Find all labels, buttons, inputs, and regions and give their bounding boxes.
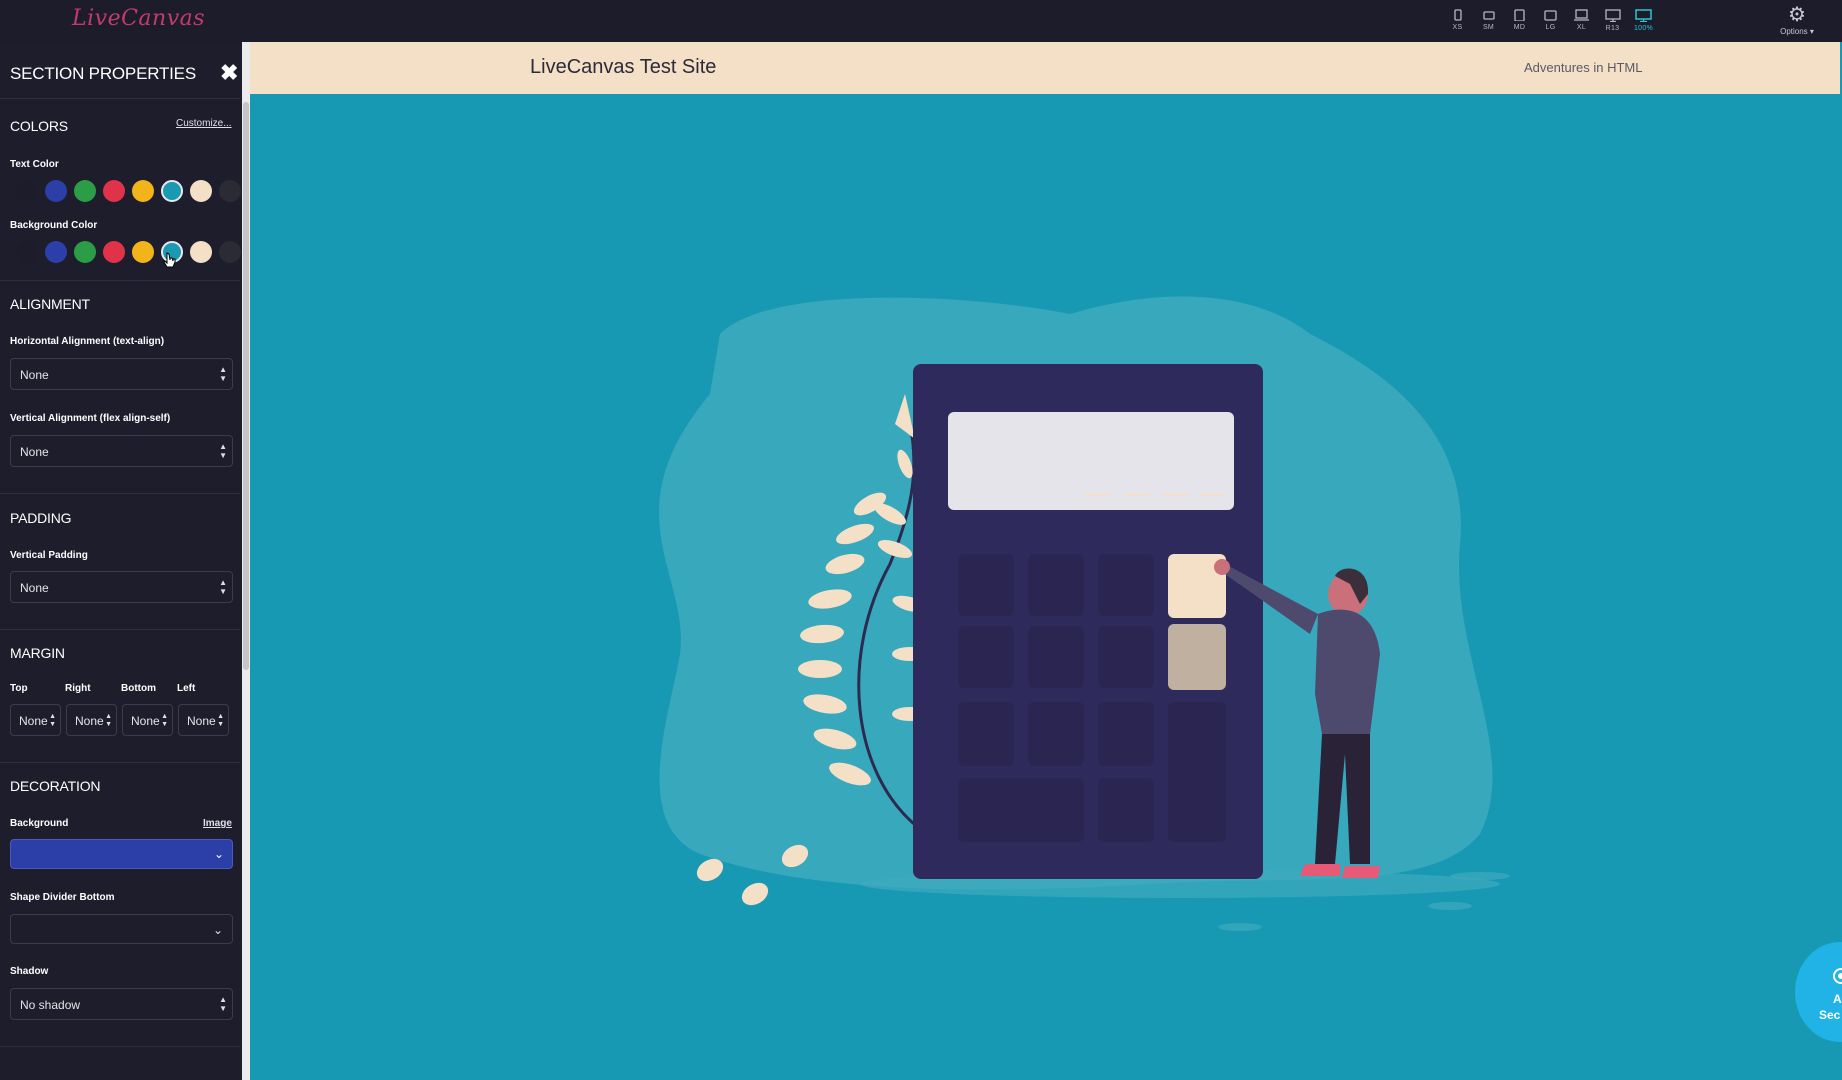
tablet-landscape-icon — [1544, 10, 1557, 21]
alignment-heading: ALIGNMENT — [10, 296, 90, 312]
margin-bottom-select[interactable]: None ▲ ▼ — [122, 704, 173, 736]
chevron-down-icon: ⌄ — [213, 847, 224, 861]
desktop-icon — [1604, 9, 1621, 22]
calculator-illustration — [659, 296, 1510, 931]
swatch-charcoal[interactable] — [219, 241, 241, 263]
device-100-button[interactable]: 100% — [1628, 6, 1659, 38]
select-arrows-icon: ▲ ▼ — [105, 713, 112, 728]
divider — [0, 762, 240, 763]
device-xl-button[interactable]: XL — [1566, 6, 1597, 38]
divider — [0, 1046, 240, 1047]
options-menu[interactable]: ⚙ Options ▾ — [1774, 4, 1820, 38]
swatch-beige[interactable] — [190, 180, 212, 202]
livecanvas-logo[interactable]: LiveCanvas — [72, 6, 205, 31]
vertical-alignment-label: Vertical Alignment (flex align-self) — [10, 413, 171, 424]
laptop-icon — [1574, 9, 1589, 21]
close-icon[interactable]: ✖ — [220, 60, 238, 86]
gear-icon: ⚙ — [1788, 4, 1806, 26]
background-color-swatches — [16, 241, 241, 263]
swatch-blue[interactable] — [45, 180, 67, 202]
margin-right-select[interactable]: None ▲ ▼ — [66, 704, 117, 736]
scrollbar-thumb[interactable] — [243, 102, 249, 670]
margin-top-label: Top — [10, 683, 28, 694]
padding-heading: PADDING — [10, 510, 72, 526]
tablet-icon — [1514, 9, 1525, 21]
margin-bottom-label: Bottom — [121, 683, 156, 694]
swatch-blue[interactable] — [45, 241, 67, 263]
margin-heading: MARGIN — [10, 645, 65, 661]
device-r13-button[interactable]: R13 — [1597, 6, 1628, 38]
select-arrows-icon: ▲ ▼ — [219, 442, 227, 460]
divider — [0, 493, 240, 494]
section-properties-panel: SECTION PROPERTIES ✖ COLORS Customize...… — [0, 42, 250, 1080]
background-label: Background — [10, 818, 69, 829]
site-title[interactable]: LiveCanvas Test Site — [530, 56, 716, 79]
shape-divider-bottom-label: Shape Divider Bottom — [10, 892, 115, 903]
background-image-link[interactable]: Image — [203, 818, 232, 829]
panel-title: SECTION PROPERTIES — [10, 64, 196, 83]
select-arrows-icon: ▲ ▼ — [219, 995, 227, 1013]
chevron-down-icon: ⌄ — [212, 923, 223, 937]
margin-right-label: Right — [65, 683, 91, 694]
vertical-alignment-select[interactable]: None ▲ ▼ — [10, 435, 233, 467]
swatch-red[interactable] — [103, 180, 125, 202]
top-toolbar: LiveCanvas XS SM MD LG XL R13 100% ⚙ Opt… — [0, 0, 1842, 42]
shape-divider-bottom-select[interactable]: ⌄ — [10, 914, 233, 944]
divider — [0, 280, 240, 281]
sidebar-scrollbar[interactable] — [242, 42, 250, 1080]
divider — [0, 629, 240, 630]
device-preview-switcher: XS SM MD LG XL R13 100% — [1442, 6, 1659, 38]
swatch-yellow[interactable] — [132, 241, 154, 263]
device-xs-button[interactable]: XS — [1442, 6, 1473, 38]
monitor-icon — [1635, 9, 1652, 22]
options-label: Options ▾ — [1780, 27, 1814, 36]
horizontal-alignment-select[interactable]: None ▲ ▼ — [10, 358, 233, 390]
mouse-cursor-icon — [163, 252, 176, 268]
customize-colors-link[interactable]: Customize... — [176, 118, 232, 129]
vertical-padding-label: Vertical Padding — [10, 550, 88, 561]
device-sm-button[interactable]: SM — [1473, 6, 1504, 38]
site-tagline: Adventures in HTML — [1524, 60, 1643, 75]
device-md-button[interactable]: MD — [1504, 6, 1535, 38]
background-color-picker[interactable]: ⌄ — [10, 839, 233, 869]
divider — [0, 98, 240, 99]
swatch-red[interactable] — [103, 241, 125, 263]
plus-icon — [1833, 968, 1842, 984]
text-color-swatches — [16, 180, 241, 202]
margin-left-label: Left — [177, 683, 196, 694]
shadow-label: Shadow — [10, 966, 49, 977]
site-navbar: LiveCanvas Test Site Adventures in HTML — [250, 42, 1840, 94]
select-arrows-icon: ▲ ▼ — [217, 713, 224, 728]
select-arrows-icon: ▲ ▼ — [219, 365, 227, 383]
swatch-green[interactable] — [74, 241, 96, 263]
device-lg-button[interactable]: LG — [1535, 6, 1566, 38]
swatch-green[interactable] — [74, 180, 96, 202]
margin-left-select[interactable]: None ▲ ▼ — [178, 704, 229, 736]
horizontal-alignment-label: Horizontal Alignment (text-align) — [10, 336, 165, 347]
swatch-yellow[interactable] — [132, 180, 154, 202]
select-arrows-icon: ▲ ▼ — [49, 713, 56, 728]
swatch-teal[interactable] — [161, 180, 183, 202]
section-canvas[interactable] — [250, 94, 1840, 1080]
vertical-padding-select[interactable]: None ▲ ▼ — [10, 571, 233, 603]
phone-icon — [1453, 9, 1462, 21]
select-arrows-icon: ▲ ▼ — [161, 713, 168, 728]
shadow-select[interactable]: No shadow ▲ ▼ — [10, 988, 233, 1020]
margin-top-select[interactable]: None ▲ ▼ — [10, 704, 61, 736]
background-color-label: Background Color — [10, 220, 98, 231]
swatch-dark[interactable] — [16, 241, 38, 263]
swatch-dark[interactable] — [16, 180, 38, 202]
colors-heading: COLORS — [10, 118, 68, 134]
swatch-charcoal[interactable] — [219, 180, 241, 202]
text-color-label: Text Color — [10, 159, 59, 170]
phone-landscape-icon — [1482, 11, 1495, 20]
select-arrows-icon: ▲ ▼ — [219, 578, 227, 596]
swatch-beige[interactable] — [190, 241, 212, 263]
decoration-heading: DECORATION — [10, 778, 101, 794]
